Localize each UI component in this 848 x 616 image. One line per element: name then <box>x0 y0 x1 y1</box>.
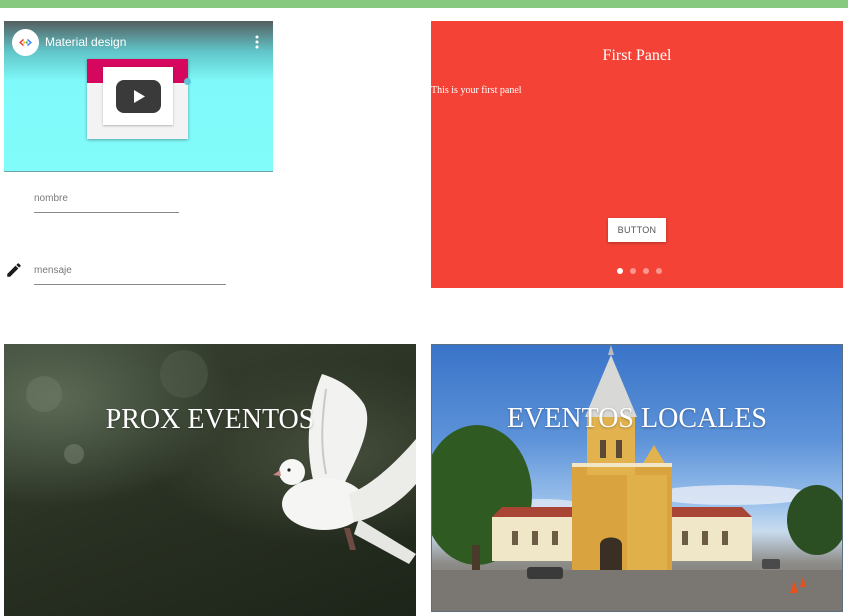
more-vert-icon[interactable] <box>255 35 259 49</box>
name-underline <box>34 212 179 213</box>
carousel-dot[interactable] <box>630 268 636 274</box>
message-input[interactable] <box>34 265 226 285</box>
events-card[interactable]: PROX EVENTOS <box>4 344 416 616</box>
local-events-card[interactable]: EVENTOS LOCALES <box>431 344 843 612</box>
message-field[interactable]: mensaje <box>34 265 226 285</box>
name-input[interactable] <box>34 193 179 213</box>
video-embed[interactable]: Material design <box>4 21 273 172</box>
message-underline <box>34 284 226 285</box>
panel-text: This is your first panel <box>431 85 522 96</box>
play-button[interactable] <box>116 80 161 113</box>
video-title[interactable]: Material design <box>45 35 126 49</box>
pencil-icon <box>7 263 21 277</box>
panel-title: First Panel <box>602 47 672 64</box>
name-field[interactable]: nombre <box>34 193 179 213</box>
carousel-dot[interactable] <box>643 268 649 274</box>
play-icon <box>134 90 145 103</box>
dove-image <box>26 350 416 564</box>
top-bar <box>0 0 848 8</box>
carousel-dot[interactable] <box>656 268 662 274</box>
events-card-title: PROX EVENTOS <box>105 404 315 435</box>
channel-logo[interactable] <box>12 29 39 56</box>
carousel-indicators <box>617 261 665 279</box>
carousel-panel[interactable]: First Panel This is your first panel BUT… <box>431 21 843 288</box>
panel-button[interactable]: BUTTON <box>608 218 666 242</box>
local-events-card-title: EVENTOS LOCALES <box>506 403 768 434</box>
carousel-dot[interactable] <box>617 268 623 274</box>
thumbnail-dot <box>184 78 191 85</box>
church-image <box>432 345 842 611</box>
